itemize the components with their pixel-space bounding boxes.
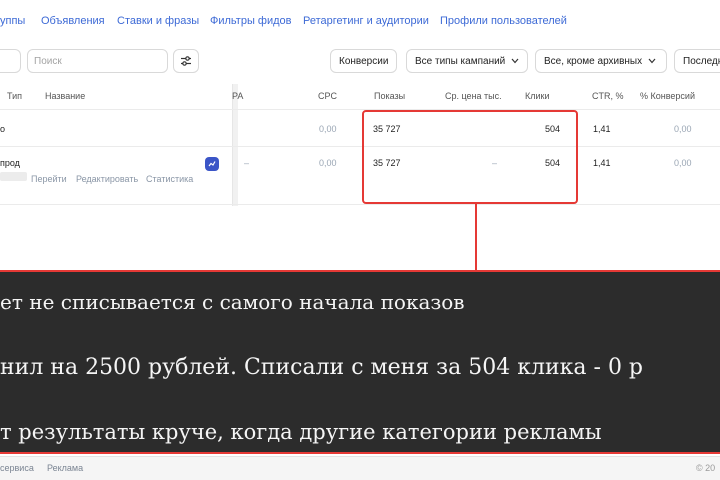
footer-link-service[interactable]: сервиса	[0, 463, 34, 473]
chevron-down-icon	[511, 58, 519, 64]
caption-line-3: т результаты круче, когда другие категор…	[0, 420, 602, 444]
highlight-frame	[362, 110, 578, 204]
period-select[interactable]: Последн	[674, 49, 720, 73]
row-cpc: 0,00	[319, 158, 337, 168]
campaign-badge-icon[interactable]	[205, 157, 219, 171]
select-box[interactable]	[0, 49, 21, 73]
search-input[interactable]	[27, 49, 168, 73]
tab-groups[interactable]: уппы	[0, 15, 25, 27]
campaign-type-select[interactable]: Все типы кампаний	[406, 49, 528, 73]
tab-user-profiles[interactable]: Профили пользователей	[440, 15, 567, 27]
column-header-ctr[interactable]: CTR, %	[592, 91, 624, 101]
table-row[interactable]: о 0,00 35 727 504 1,41 0,00	[0, 111, 720, 147]
column-header-cpa[interactable]: PA	[232, 91, 243, 101]
row-name[interactable]: прод	[0, 158, 20, 168]
conversions-filter[interactable]: Конверсии	[330, 49, 398, 73]
caption-line-1: ет не списывается с самого начала показо…	[0, 290, 465, 314]
highlight-pointer	[475, 204, 477, 270]
toolbar: Конверсии Все типы кампаний Все, кроме а…	[0, 46, 720, 74]
row-link-edit[interactable]: Редактировать	[76, 174, 138, 184]
row-name[interactable]: о	[0, 124, 5, 134]
table-header: Тип Название PA CPC Показы Ср. цена тыс.…	[0, 84, 720, 110]
row-cpc: 0,00	[319, 124, 337, 134]
chevron-down-icon	[648, 58, 656, 64]
row-link-open[interactable]: Перейти	[31, 174, 67, 184]
column-header-shows[interactable]: Показы	[374, 91, 405, 101]
filter-settings-button[interactable]	[173, 49, 199, 73]
section-tabs: уппы Объявления Ставки и фразы Фильтры ф…	[0, 0, 720, 42]
column-header-name[interactable]: Название	[45, 91, 85, 101]
campaign-type-label: Все типы кампаний	[415, 55, 506, 67]
row-conversion: 0,00	[674, 158, 692, 168]
redacted-text	[0, 172, 27, 181]
archive-status-label: Все, кроме архивных	[544, 55, 643, 67]
tab-bids-phrases[interactable]: Ставки и фразы	[117, 15, 199, 27]
archive-status-select[interactable]: Все, кроме архивных	[535, 49, 667, 73]
footer-copyright: © 20	[696, 463, 716, 473]
table-row[interactable]: прод Перейти Редактировать Статистика – …	[0, 147, 720, 205]
caption-line-2: нил на 2500 рублей. Списали с меня за 50…	[0, 355, 644, 380]
footer-link-advertising[interactable]: Реклама	[47, 463, 83, 473]
column-header-avg-price[interactable]: Ср. цена тыс.	[445, 91, 502, 101]
column-header-conversion[interactable]: % Конверсий	[640, 91, 695, 101]
chart-icon	[208, 161, 216, 167]
caption-overlay: ет не списывается с самого начала показо…	[0, 270, 720, 454]
tab-ads[interactable]: Объявления	[41, 15, 105, 27]
column-header-type[interactable]: Тип	[7, 91, 22, 101]
tab-retargeting[interactable]: Ретаргетинг и аудитории	[303, 15, 429, 27]
sliders-icon	[181, 56, 191, 66]
row-link-stats[interactable]: Статистика	[146, 174, 193, 184]
row-ctr: 1,41	[593, 158, 611, 168]
conversions-filter-label: Конверсии	[339, 55, 389, 67]
column-header-cpc[interactable]: CPC	[318, 91, 337, 101]
tab-feed-filters[interactable]: Фильтры фидов	[210, 15, 292, 27]
column-header-clicks[interactable]: Клики	[525, 91, 550, 101]
row-conversion: 0,00	[674, 124, 692, 134]
period-label: Последн	[683, 55, 720, 67]
footer: сервиса Реклама © 20	[0, 456, 720, 480]
row-cpa: –	[244, 158, 250, 168]
row-ctr: 1,41	[593, 124, 611, 134]
